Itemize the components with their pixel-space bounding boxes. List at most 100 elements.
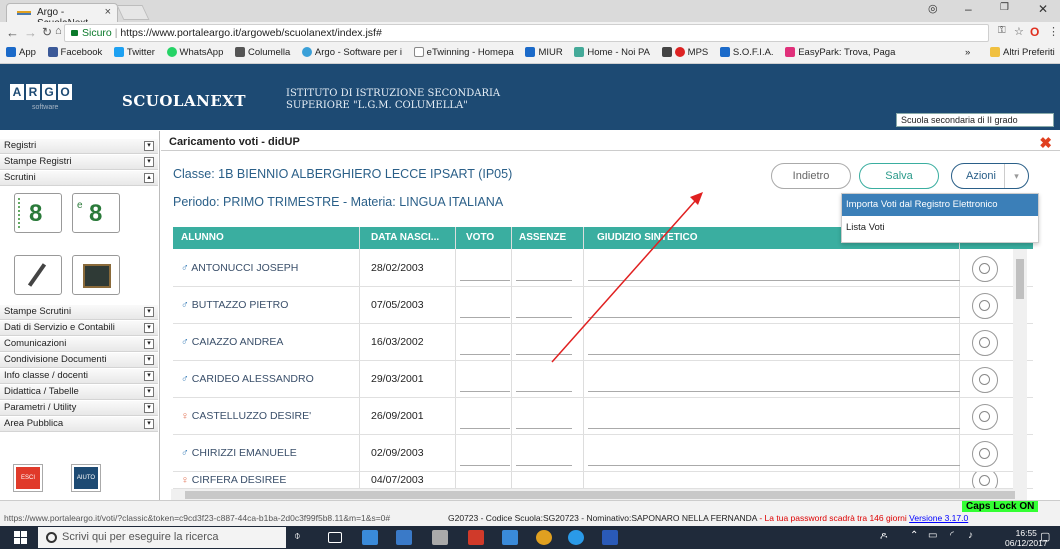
sidebar-item-area-pubblica[interactable]: Area Pubblica ▾ bbox=[0, 417, 158, 432]
sidebar-item-stampe-scrutini[interactable]: Stampe Scrutini ▾ bbox=[0, 305, 158, 320]
sidebar-item-condivisione[interactable]: Condivisione Documenti ▾ bbox=[0, 353, 158, 368]
search-icon[interactable] bbox=[972, 330, 998, 356]
version-link[interactable]: Versione 3.17.0 bbox=[909, 513, 968, 523]
reload-icon[interactable]: ↻ bbox=[42, 25, 52, 39]
col-voto[interactable]: VOTO bbox=[466, 232, 494, 243]
new-tab-button[interactable] bbox=[116, 5, 150, 20]
bookmark-columella[interactable]: Columella bbox=[235, 47, 290, 58]
close-tab-icon[interactable]: × bbox=[105, 6, 111, 18]
bookmark-mps[interactable]: MPS bbox=[661, 47, 708, 58]
giudizio-input[interactable] bbox=[588, 367, 960, 392]
bookmark-etwinning[interactable]: eTwinning - Homepa bbox=[413, 47, 514, 58]
menu-importa-voti[interactable]: Importa Voti dal Registro Elettronico bbox=[842, 194, 1038, 216]
search-icon[interactable] bbox=[972, 367, 998, 393]
giudizio-input[interactable] bbox=[588, 441, 960, 466]
sidebar-item-dati-servizio[interactable]: Dati di Servizio e Contabili ▾ bbox=[0, 321, 158, 336]
azioni-button[interactable]: Azioni ▾ bbox=[951, 163, 1029, 189]
sidebar-item-parametri[interactable]: Parametri / Utility ▾ bbox=[0, 401, 158, 416]
search-icon[interactable] bbox=[972, 256, 998, 282]
browser-tab[interactable]: Argo - ScuolaNext × bbox=[6, 3, 118, 29]
outlook-icon[interactable] bbox=[362, 530, 378, 545]
voto-input[interactable] bbox=[460, 256, 510, 281]
student-name[interactable]: ♂ CARIDEO ALESSANDRO bbox=[181, 373, 314, 385]
giudizio-input[interactable] bbox=[588, 256, 960, 281]
student-name[interactable]: ♀ CASTELLUZZO DESIRE' bbox=[181, 410, 311, 422]
student-name[interactable]: ♂ BUTTAZZO PIETRO bbox=[181, 299, 288, 311]
blackboard-icon[interactable] bbox=[72, 255, 120, 295]
voto-input[interactable] bbox=[460, 330, 510, 355]
key-icon[interactable]: ⚿ bbox=[998, 25, 1006, 36]
forward-icon[interactable]: → bbox=[24, 25, 37, 40]
salva-button[interactable]: Salva bbox=[859, 163, 939, 189]
chrome-icon[interactable] bbox=[536, 530, 552, 545]
task-view-icon[interactable] bbox=[328, 532, 342, 543]
assenze-input[interactable] bbox=[516, 256, 572, 281]
assenze-input[interactable] bbox=[516, 330, 572, 355]
search-icon[interactable] bbox=[972, 404, 998, 430]
close-window-icon[interactable]: ✕ bbox=[1038, 2, 1048, 16]
microphone-icon[interactable]: ⌽ bbox=[294, 530, 301, 543]
student-name[interactable]: ♂ ANTONUCCI JOSEPH bbox=[181, 262, 298, 274]
close-panel-icon[interactable]: ✖ bbox=[1039, 134, 1052, 152]
people-icon[interactable]: ዶ bbox=[880, 531, 887, 542]
col-data-nascita[interactable]: DATA NASCI... bbox=[371, 232, 439, 243]
col-alunno[interactable]: ALUNNO bbox=[181, 232, 224, 243]
skype-icon[interactable] bbox=[568, 530, 584, 545]
opera-icon[interactable]: O bbox=[1030, 25, 1039, 39]
notification-icon[interactable]: ▢ bbox=[1040, 530, 1050, 543]
scroll-thumb[interactable] bbox=[185, 491, 1015, 499]
bookmark-noipa[interactable]: Home - Noi PA bbox=[574, 47, 650, 58]
school-type-select[interactable]: Scuola secondaria di II grado bbox=[896, 113, 1054, 127]
voto-input[interactable] bbox=[460, 441, 510, 466]
explorer-icon[interactable] bbox=[502, 530, 518, 545]
vertical-scrollbar[interactable] bbox=[1013, 249, 1027, 489]
aiuto-button[interactable]: AIUTO bbox=[71, 464, 101, 492]
sidebar-item-scrutini[interactable]: Scrutini ▴ bbox=[0, 171, 158, 186]
menu-lista-voti[interactable]: Lista Voti bbox=[842, 216, 1038, 239]
esci-button[interactable]: ESCI bbox=[13, 464, 43, 492]
assenze-input[interactable] bbox=[516, 441, 572, 466]
search-icon[interactable] bbox=[972, 293, 998, 319]
assenze-input[interactable] bbox=[516, 404, 572, 429]
menu-icon[interactable]: ⋮ bbox=[1048, 25, 1059, 38]
assenze-input[interactable] bbox=[516, 367, 572, 392]
bookmark-easypark[interactable]: EasyPark: Trova, Paga bbox=[785, 47, 895, 58]
student-name[interactable]: ♀ CIRFERA DESIREE bbox=[181, 474, 286, 486]
minimize-icon[interactable]: – bbox=[965, 2, 972, 16]
sidebar-item-registri[interactable]: Registri ▾ bbox=[0, 139, 158, 154]
sidebar-item-didattica[interactable]: Didattica / Tabelle ▾ bbox=[0, 385, 158, 400]
bookmark-apps[interactable]: App bbox=[6, 47, 36, 58]
bookmark-twitter[interactable]: Twitter bbox=[113, 47, 155, 58]
volume-icon[interactable]: ♪ bbox=[968, 530, 973, 541]
giudizio-input[interactable] bbox=[588, 330, 960, 355]
scrutini-voti-icon[interactable]: 8 bbox=[14, 193, 62, 233]
url-input[interactable]: Sicuro | https://www.portaleargo.it/argo… bbox=[64, 24, 989, 42]
col-assenze[interactable]: ASSENZE bbox=[519, 232, 566, 243]
bookmark-other[interactable]: Altri Preferiti bbox=[990, 47, 1055, 58]
bookmark-argo[interactable]: Argo - Software per i bbox=[301, 47, 402, 58]
acrobat-icon[interactable] bbox=[468, 530, 484, 545]
taskbar-search[interactable]: Scrivi qui per eseguire la ricerca bbox=[38, 527, 286, 548]
sidebar-item-info-classe[interactable]: Info classe / docenti ▾ bbox=[0, 369, 158, 384]
student-name[interactable]: ♂ CAIAZZO ANDREA bbox=[181, 336, 283, 348]
bookmarks-more[interactable]: » bbox=[965, 47, 970, 58]
restore-icon[interactable]: ❐ bbox=[1000, 2, 1009, 13]
network-icon[interactable]: ▭ bbox=[928, 530, 937, 541]
search-icon[interactable] bbox=[972, 472, 998, 488]
giudizio-input[interactable] bbox=[588, 293, 960, 318]
sidebar-item-stampe-registri[interactable]: Stampe Registri ▾ bbox=[0, 155, 158, 170]
bookmark-sofia[interactable]: S.O.F.I.A. bbox=[719, 47, 774, 58]
giudizio-input[interactable] bbox=[588, 404, 960, 429]
windows-start-icon[interactable] bbox=[14, 531, 28, 544]
back-icon[interactable]: ← bbox=[6, 25, 19, 40]
student-name[interactable]: ♂ CHIRIZZI EMANUELE bbox=[181, 447, 297, 459]
scroll-thumb[interactable] bbox=[1016, 259, 1024, 299]
profile-icon[interactable]: ◎ bbox=[928, 2, 938, 15]
bookmark-miur[interactable]: MIUR bbox=[525, 47, 563, 58]
star-icon[interactable]: ☆ bbox=[1014, 25, 1024, 38]
voto-input[interactable] bbox=[460, 293, 510, 318]
voto-input[interactable] bbox=[460, 404, 510, 429]
app-icon[interactable] bbox=[396, 530, 412, 545]
assenze-input[interactable] bbox=[516, 293, 572, 318]
home-icon[interactable]: ⌂ bbox=[55, 25, 62, 37]
